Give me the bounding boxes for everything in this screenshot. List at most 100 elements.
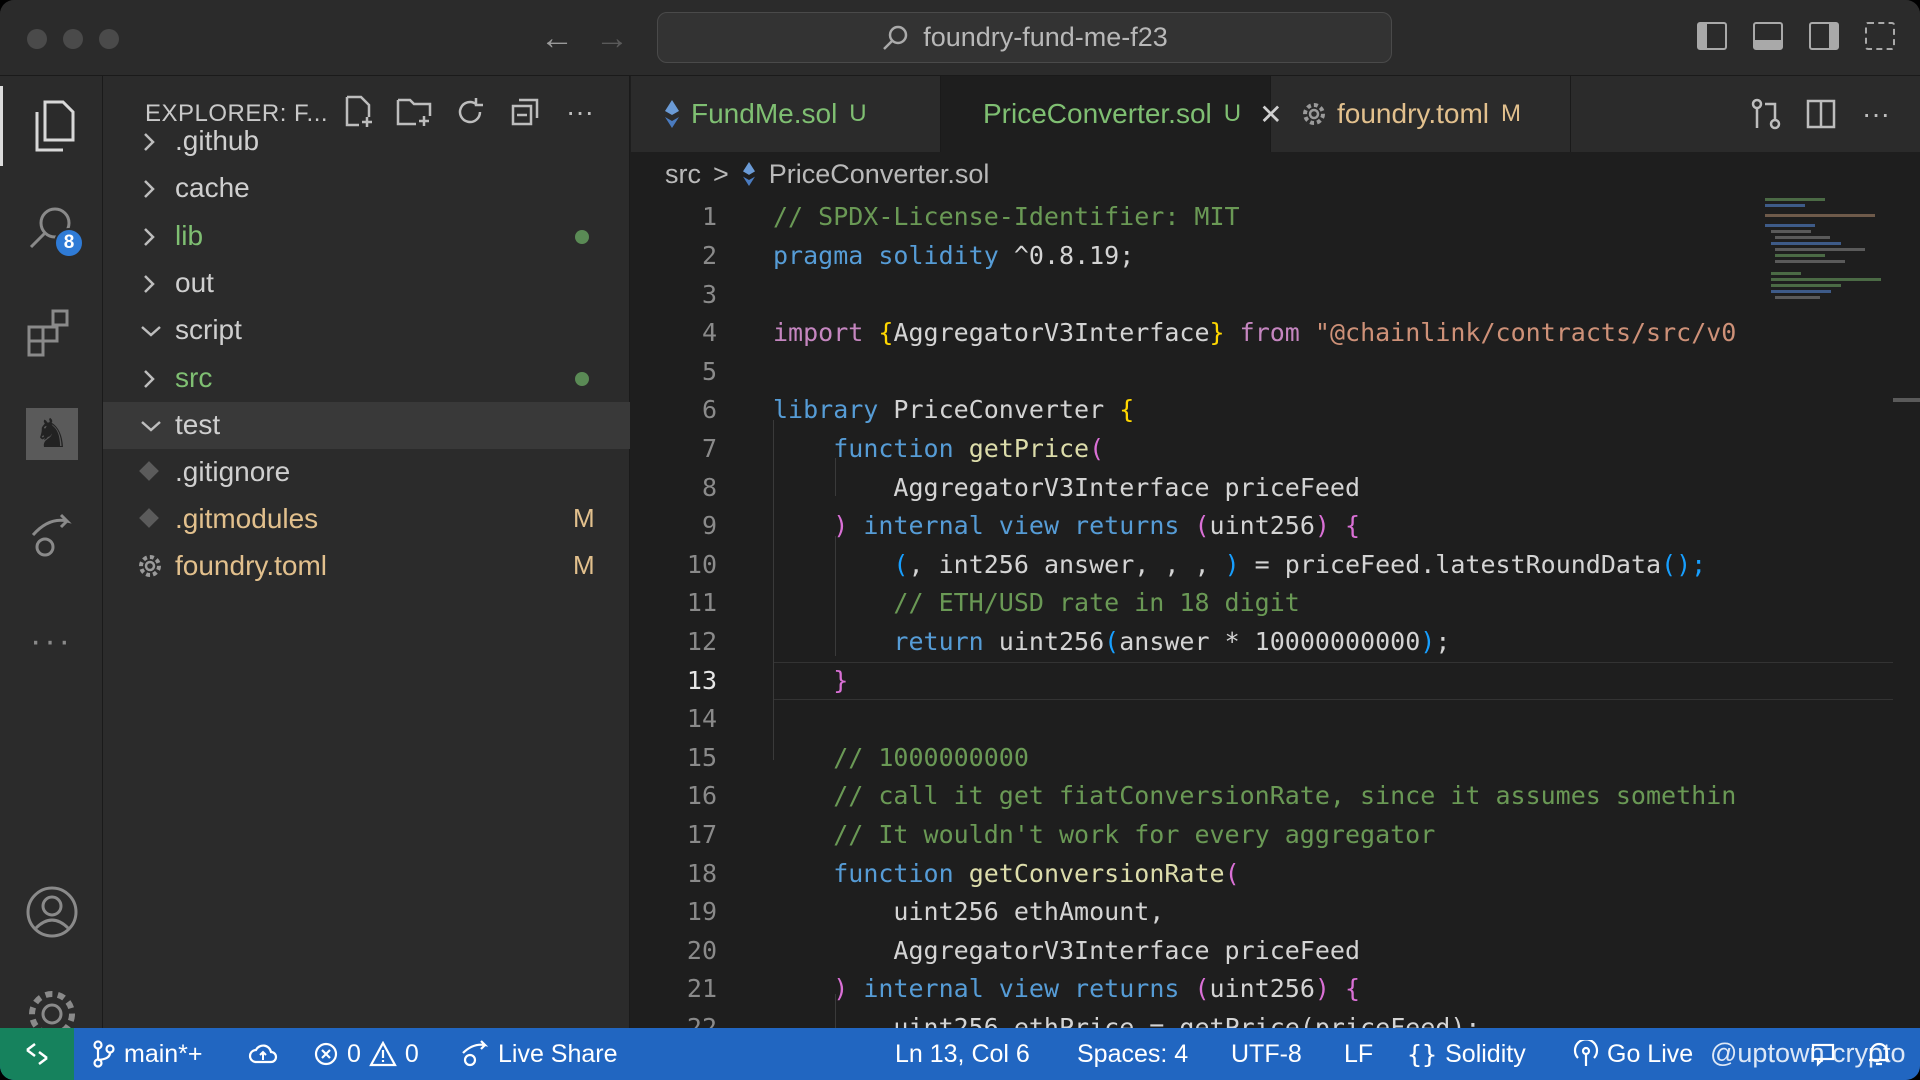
code-token: // 1000000000 (833, 743, 1029, 772)
line-number: 9 (701, 511, 717, 540)
code-token: ^0.8.19; (1013, 241, 1135, 270)
tree-folder-out[interactable]: out (103, 260, 630, 307)
cursor-position[interactable]: Ln 13, Col 6 (895, 1028, 1030, 1080)
code-line: ) internal view returns (uint256) { (773, 511, 1360, 540)
solidity-icon (742, 162, 755, 186)
line-number: 20 (686, 936, 717, 965)
tree-file-gitmodules[interactable]: .gitmodules M (103, 496, 630, 543)
maximize-window-button[interactable] (99, 29, 119, 49)
editor-tab-bar: FundMe.sol U PriceConverter.sol U ✕ foun… (631, 76, 1920, 152)
search-view-icon[interactable]: 8 (0, 188, 103, 268)
code-token: = priceFeed. (1239, 550, 1436, 579)
customize-layout-icon[interactable] (1865, 22, 1895, 50)
open-changes-icon[interactable] (1746, 94, 1786, 134)
tree-item-label: src (175, 362, 213, 393)
tree-folder-src[interactable]: src (103, 355, 630, 402)
code-line: function getConversionRate( (773, 859, 1239, 888)
title-bar: ← → foundry-fund-me-f23 (0, 0, 1920, 76)
encoding-status[interactable]: UTF-8 (1231, 1028, 1302, 1080)
line-number-current: 13 (686, 666, 717, 695)
explorer-icon[interactable] (0, 86, 103, 166)
line-number: 5 (701, 357, 717, 386)
live-share-button[interactable]: Live Share (460, 1028, 618, 1080)
line-number: 17 (686, 820, 717, 849)
minimize-window-button[interactable] (63, 29, 83, 49)
code-token: // ETH/USD rate in 18 digit (893, 588, 1300, 617)
editor-scrollbar[interactable] (1893, 398, 1920, 402)
tree-folder-script[interactable]: script (103, 307, 630, 354)
code-token: AggregatorV3Interface (893, 318, 1210, 347)
editor-more-actions-icon[interactable]: ··· (1856, 94, 1896, 134)
channel-watermark: @uptown crypto (1710, 1038, 1906, 1068)
code-token: getPrice (968, 434, 1090, 463)
vscode-window: ← → foundry-fund-me-f23 8 ♞ ··· EXPLORER… (0, 0, 1920, 1080)
tree-item-label: script (175, 314, 242, 345)
code-editor[interactable]: 1 2 3 4 5 6 7 8 9 10 11 12 13 14 15 16 1… (631, 196, 1920, 1028)
toggle-primary-sidebar-icon[interactable] (1697, 22, 1727, 50)
warning-count: 0 (404, 1039, 419, 1068)
tab-label: FundMe.sol (691, 98, 838, 129)
code-token: ) (833, 974, 849, 1003)
search-results-badge: 8 (54, 228, 84, 258)
line-number: 12 (686, 627, 717, 656)
tab-priceconverter-sol[interactable]: PriceConverter.sol U ✕ (941, 76, 1283, 152)
split-editor-icon[interactable] (1801, 94, 1841, 134)
chess-knight-extension-icon[interactable]: ♞ (0, 394, 103, 474)
tree-file-foundry-toml[interactable]: foundry.toml M (103, 543, 630, 590)
tree-folder-github[interactable]: .github (103, 118, 630, 165)
tree-item-label: test (175, 409, 221, 440)
code-token: ) (1224, 550, 1240, 579)
code-line: uint256 ethAmount, (773, 897, 1164, 926)
command-center-search[interactable]: foundry-fund-me-f23 (657, 12, 1392, 63)
indentation-status[interactable]: Spaces: 4 (1077, 1028, 1188, 1080)
branch-status[interactable]: main*+ (92, 1028, 203, 1080)
code-token: function (833, 434, 954, 463)
tab-foundry-toml[interactable]: foundry.toml M (1271, 76, 1571, 152)
code-token: internal view returns (863, 974, 1180, 1003)
tree-folder-cache[interactable]: cache (103, 165, 630, 212)
tree-item-label: out (175, 267, 214, 298)
toggle-panel-icon[interactable] (1753, 22, 1783, 50)
git-changes-dot (575, 230, 589, 244)
solidity-icon (665, 100, 679, 128)
eol-status[interactable]: LF (1344, 1028, 1373, 1080)
language-mode[interactable]: {} Solidity (1407, 1028, 1526, 1080)
code-line: uint256 ethPrice = getPrice(priceFeed); (773, 1013, 1480, 1028)
code-line: AggregatorV3Interface priceFeed (773, 936, 1360, 965)
tab-fundme-sol[interactable]: FundMe.sol U (631, 76, 941, 152)
account-icon[interactable] (0, 872, 103, 952)
status-bar: main*+ 0 0 Live Share Ln 13, Col 6 Space… (0, 1028, 1920, 1080)
code-token: answer * 10000000000 (1119, 627, 1421, 656)
breadcrumb-folder[interactable]: src (665, 159, 701, 190)
line-number: 18 (686, 859, 717, 888)
remote-indicator-icon[interactable] (0, 1028, 74, 1080)
live-share-view-icon[interactable] (0, 496, 103, 576)
tree-folder-lib[interactable]: lib (103, 213, 630, 260)
more-views-icon[interactable]: ··· (0, 601, 103, 681)
code-token: ) (833, 511, 849, 540)
toggle-secondary-sidebar-icon[interactable] (1809, 22, 1839, 50)
go-live-button[interactable]: Go Live (1573, 1028, 1693, 1080)
code-token: import (773, 318, 864, 347)
tab-status: U (849, 100, 867, 127)
back-arrow-icon[interactable]: ← (540, 18, 574, 58)
code-token: ) (1314, 511, 1330, 540)
sync-status[interactable] (248, 1028, 278, 1080)
code-token: solidity (878, 241, 999, 270)
line-number: 4 (701, 318, 717, 347)
minimap[interactable] (1765, 196, 1885, 306)
extensions-icon[interactable] (0, 292, 103, 372)
tree-folder-test[interactable]: test (103, 402, 630, 449)
current-line-highlight (773, 662, 1893, 700)
problems-status[interactable]: 0 0 (313, 1028, 419, 1080)
code-line: // ETH/USD rate in 18 digit (773, 588, 1300, 617)
tree-file-gitignore[interactable]: .gitignore (103, 449, 630, 496)
forward-arrow-icon[interactable]: → (595, 18, 629, 58)
gear-icon (139, 555, 161, 577)
chevron-down-icon (141, 326, 161, 337)
live-share-label: Live Share (498, 1039, 618, 1068)
close-window-button[interactable] (27, 29, 47, 49)
line-number: 19 (686, 897, 717, 926)
tree-item-label: foundry.toml (175, 550, 327, 581)
breadcrumb-file[interactable]: PriceConverter.sol (769, 159, 990, 190)
